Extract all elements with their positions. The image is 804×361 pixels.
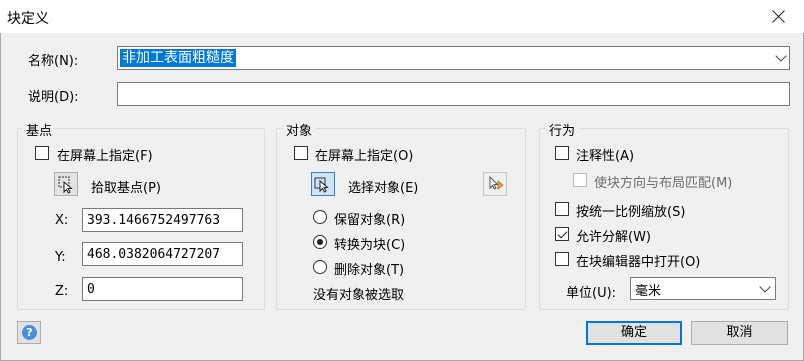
block-name-combo[interactable]: 非加工表面粗糙度 (117, 46, 790, 70)
pick-point-button[interactable] (54, 172, 78, 196)
y-label: Y: (55, 250, 66, 265)
title-bar (0, 0, 804, 33)
allow-exploding-checkbox[interactable] (555, 227, 569, 241)
unit-value: 毫米 (635, 284, 662, 299)
description-input[interactable] (117, 82, 790, 106)
retain-objects-label: 保留对象(R) (334, 213, 406, 228)
open-in-editor-checkbox[interactable] (555, 252, 569, 266)
delete-objects-radio[interactable] (313, 260, 327, 274)
name-label: 名称(N): (28, 54, 79, 69)
objects-specify-label: 在屏幕上指定(O) (315, 149, 414, 164)
ok-button[interactable]: 确定 (586, 321, 682, 345)
close-icon[interactable] (764, 2, 794, 31)
quick-select-button[interactable] (483, 172, 507, 196)
description-label: 说明(D): (28, 90, 79, 105)
annotative-label: 注释性(A) (576, 149, 635, 164)
cancel-button[interactable]: 取消 (691, 321, 788, 345)
select-objects-icon (314, 177, 329, 193)
pick-point-label: 拾取基点(P) (91, 181, 161, 196)
scale-uniformly-checkbox[interactable] (555, 202, 569, 216)
help-icon: ? (22, 325, 37, 340)
x-label: X: (55, 213, 69, 228)
unit-label: 单位(U): (566, 286, 617, 301)
match-orientation-checkbox[interactable] (573, 173, 587, 187)
behavior-title: 行为 (546, 120, 579, 139)
convert-to-block-label: 转换为块(C) (334, 238, 406, 253)
delete-objects-label: 删除对象(T) (334, 263, 405, 278)
chevron-down-icon (775, 50, 787, 62)
base-point-specify-checkbox[interactable] (35, 146, 49, 160)
z-coordinate-input[interactable] (82, 277, 243, 301)
retain-objects-radio[interactable] (313, 210, 327, 224)
chevron-down-icon (759, 281, 771, 293)
y-coordinate-input[interactable] (82, 242, 243, 266)
selection-status: 没有对象被选取 (313, 288, 405, 303)
open-in-editor-label: 在块编辑器中打开(O) (576, 255, 701, 270)
convert-to-block-radio[interactable] (313, 235, 327, 249)
unit-select[interactable]: 毫米 (630, 277, 776, 300)
objects-specify-checkbox[interactable] (294, 146, 308, 160)
dialog-title: 块定义 (7, 11, 49, 27)
x-coordinate-input[interactable] (82, 208, 243, 232)
annotative-checkbox[interactable] (555, 146, 569, 160)
pick-point-icon (58, 176, 73, 194)
base-point-specify-label: 在屏幕上指定(F) (57, 149, 153, 164)
objects-title: 对象 (283, 120, 316, 139)
scale-uniformly-label: 按统一比例缩放(S) (576, 205, 686, 220)
z-label: Z: (55, 284, 69, 299)
allow-exploding-label: 允许分解(W) (576, 230, 651, 245)
base-point-title: 基点 (23, 120, 56, 139)
select-objects-button[interactable] (311, 172, 335, 196)
match-orientation-label: 使块方向与布局匹配(M) (594, 176, 733, 191)
quick-select-icon (489, 175, 504, 190)
help-button[interactable]: ? (17, 321, 41, 344)
select-objects-label: 选择对象(E) (348, 181, 419, 196)
block-name-value: 非加工表面粗糙度 (120, 49, 236, 67)
